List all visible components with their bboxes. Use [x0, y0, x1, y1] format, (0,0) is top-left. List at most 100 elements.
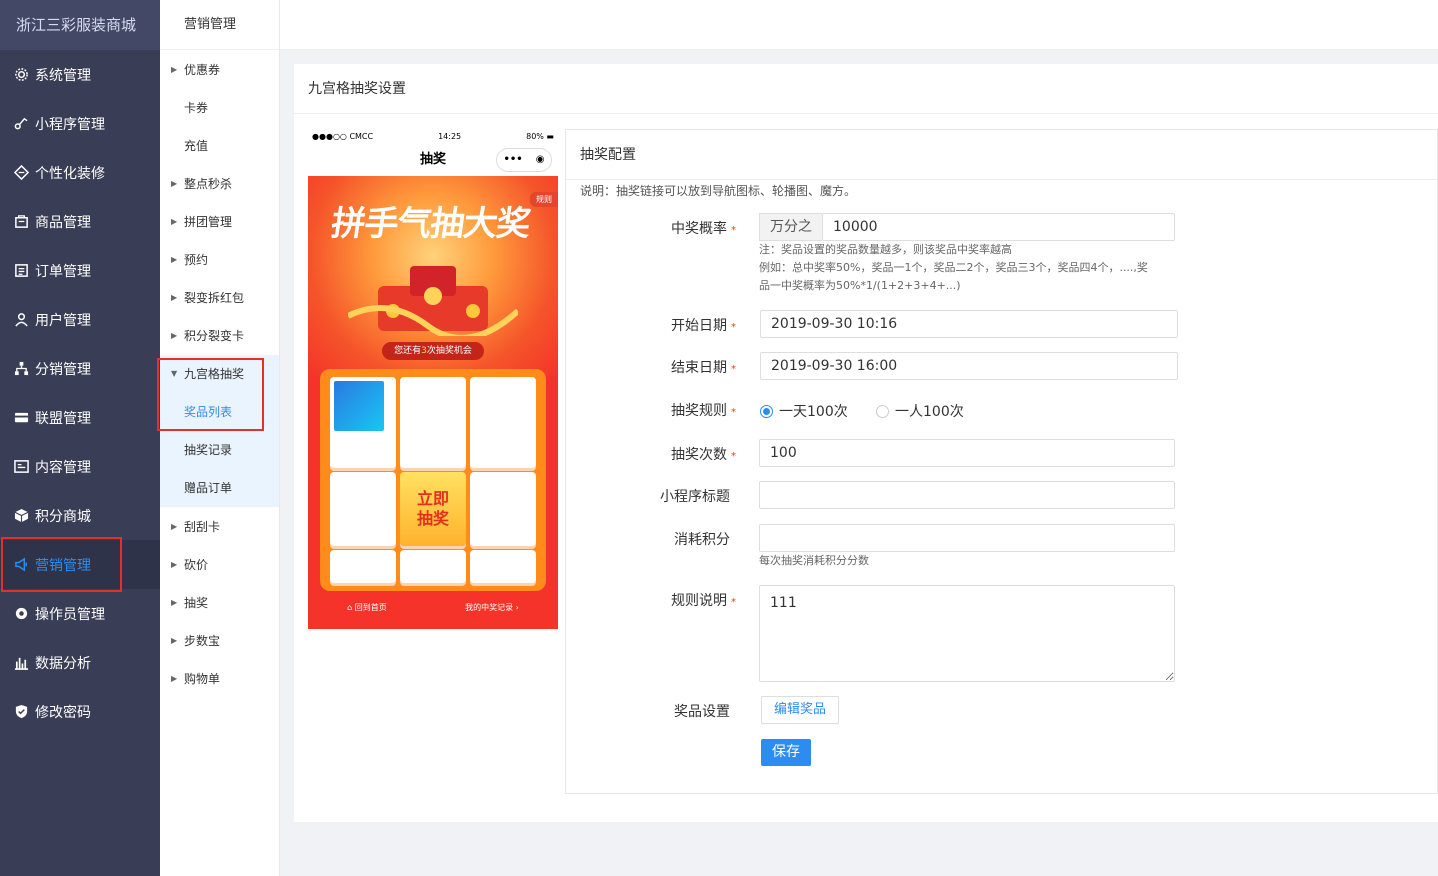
sidebar-item-13[interactable]: 修改密码	[0, 687, 160, 736]
highlight-box-subnav	[157, 358, 264, 431]
highlight-box-sidebar	[1, 537, 122, 592]
radio-unchecked-icon[interactable]	[876, 404, 889, 418]
lottery-promo: 拼手气抽大奖 规则 您还有3次抽奖机会 立即 抽奖 ⌂ 回到首页 我的中奖记录 …	[308, 176, 558, 629]
subnav-item-12[interactable]: ▶ 刮刮卡	[160, 508, 279, 546]
mini-title-label: 小程序标题	[660, 489, 730, 505]
rule-option-daily[interactable]: 一天100次	[760, 401, 848, 421]
box-icon	[13, 508, 29, 524]
rule-description-textarea[interactable]	[759, 585, 1175, 682]
sidebar-item-11[interactable]: 操作员管理	[0, 589, 160, 638]
prize-cell	[470, 377, 536, 469]
order-list-icon	[13, 263, 29, 279]
sidebar-item-0[interactable]: 系统管理	[0, 50, 160, 99]
diamond-icon	[13, 165, 29, 181]
home-link[interactable]: ⌂ 回到首页	[347, 602, 387, 613]
lottery-grid: 立即 抽奖	[320, 369, 546, 591]
mini-program-capsule[interactable]: ••• ◉	[496, 148, 552, 172]
top-bar	[280, 0, 1438, 50]
network-icon	[13, 361, 29, 377]
sidebar-item-label: 积分商城	[35, 508, 91, 525]
points-cost-label: 消耗积分	[674, 532, 730, 548]
sidebar-item-label: 内容管理	[35, 459, 91, 476]
caret-right-icon: ▶	[171, 674, 178, 683]
subnav-item-11[interactable]: 赠品订单	[160, 469, 279, 507]
sidebar: 浙江三彩服装商城 系统管理 小程序管理 个性化装修商品管理订单管理用户管理分销管理联…	[0, 0, 160, 876]
caret-right-icon: ▶	[171, 331, 178, 340]
app-logo: 浙江三彩服装商城	[0, 0, 160, 50]
draw-rule-label: 抽奖规则 *	[671, 403, 736, 419]
close-circle-icon[interactable]: ◉	[536, 144, 545, 176]
sidebar-item-label: 分销管理	[35, 361, 91, 378]
sidebar-item-4[interactable]: 订单管理	[0, 246, 160, 295]
sidebar-item-2[interactable]: 个性化装修	[0, 148, 160, 197]
sidebar-item-label: 操作员管理	[35, 606, 105, 623]
subnav-item-3[interactable]: ▶ 整点秒杀	[160, 165, 279, 203]
status-time: 14:25	[438, 131, 462, 141]
sidebar-item-6[interactable]: 分销管理	[0, 344, 160, 393]
caret-right-icon: ▶	[171, 560, 178, 569]
points-cost-input[interactable]	[759, 524, 1175, 552]
page-title: 九宫格抽奖设置	[294, 64, 1438, 114]
promo-title: 拼手气抽大奖	[328, 204, 533, 244]
phone-preview: ●●●○○ CMCC 14:25 80% ▬ 抽奖 ••• ◉ 拼手气抽大奖 规…	[308, 128, 558, 629]
subnav-item-10[interactable]: 抽奖记录	[160, 431, 279, 469]
phone-status-bar: ●●●○○ CMCC 14:25 80% ▬	[308, 128, 558, 144]
sidebar-item-label: 修改密码	[35, 704, 91, 721]
more-icon[interactable]: •••	[504, 144, 523, 176]
subnav-item-0[interactable]: ▶ 优惠券	[160, 51, 279, 89]
sidebar-item-9[interactable]: 积分商城	[0, 491, 160, 540]
bar-chart-icon	[13, 655, 29, 671]
my-records-link[interactable]: 我的中奖记录 ›	[465, 602, 519, 613]
subnav-item-5[interactable]: ▶ 预约	[160, 241, 279, 279]
link-icon	[13, 116, 29, 132]
draw-count-input[interactable]	[759, 439, 1175, 467]
edit-prize-button[interactable]: 编辑奖品	[761, 696, 839, 724]
subnav-item-6[interactable]: ▶ 裂变拆红包	[160, 279, 279, 317]
sidebar-item-8[interactable]: 内容管理	[0, 442, 160, 491]
subnav-item-14[interactable]: ▶ 抽奖	[160, 584, 279, 622]
save-button[interactable]: 保存	[761, 739, 811, 766]
prize-cell	[330, 549, 396, 583]
content-icon	[13, 459, 29, 475]
shopping-bag-icon	[13, 214, 29, 230]
rule-option-per-user[interactable]: 一人100次	[876, 401, 964, 421]
subnav-item-16[interactable]: ▶ 购物单	[160, 660, 279, 698]
sidebar-item-12[interactable]: 数据分析	[0, 638, 160, 687]
sidebar-item-label: 用户管理	[35, 312, 91, 329]
prize-cell	[470, 549, 536, 583]
prize-cell	[400, 377, 466, 469]
caret-right-icon: ▶	[171, 179, 178, 188]
rule-badge[interactable]: 规则	[530, 192, 558, 207]
subnav-item-13[interactable]: ▶ 砍价	[160, 546, 279, 584]
subnav-item-15[interactable]: ▶ 步数宝	[160, 622, 279, 660]
sidebar-item-1[interactable]: 小程序管理	[0, 99, 160, 148]
sidebar-item-5[interactable]: 用户管理	[0, 295, 160, 344]
gear-solid-icon	[13, 606, 29, 622]
red-envelope-illustration	[348, 266, 518, 336]
subnav-item-2[interactable]: 充值	[160, 127, 279, 165]
radio-checked-icon[interactable]	[760, 404, 773, 418]
prize-cell	[330, 377, 396, 469]
start-date-input[interactable]	[760, 310, 1178, 338]
probability-input[interactable]	[822, 213, 1175, 241]
probability-hint-3: 品一中奖概率为50%*1/(1+2+3+4+...)	[759, 279, 961, 292]
end-date-input[interactable]	[760, 352, 1178, 380]
sidebar-item-3[interactable]: 商品管理	[0, 197, 160, 246]
subnav-item-4[interactable]: ▶ 拼团管理	[160, 203, 279, 241]
caret-right-icon: ▶	[171, 65, 178, 74]
config-title: 抽奖配置	[566, 130, 1437, 180]
subnav-item-1[interactable]: 卡券	[160, 89, 279, 127]
mini-title-input[interactable]	[759, 481, 1175, 509]
draw-now-button[interactable]: 立即 抽奖	[400, 472, 466, 546]
subnav-item-7[interactable]: ▶ 积分裂变卡	[160, 317, 279, 355]
caret-right-icon: ▶	[171, 217, 178, 226]
prize-image	[334, 381, 384, 431]
sidebar-item-label: 商品管理	[35, 214, 91, 231]
probability-hint-2: 例如：总中奖率50%，奖品一1个，奖品二2个，奖品三3个，奖品四4个，....,…	[759, 261, 1148, 274]
battery-label: 80% ▬	[526, 131, 554, 141]
sidebar-item-7[interactable]: 联盟管理	[0, 393, 160, 442]
caret-right-icon: ▶	[171, 598, 178, 607]
prize-cell	[330, 472, 396, 546]
chance-counter: 您还有3次抽奖机会	[382, 342, 484, 360]
user-icon	[13, 312, 29, 328]
